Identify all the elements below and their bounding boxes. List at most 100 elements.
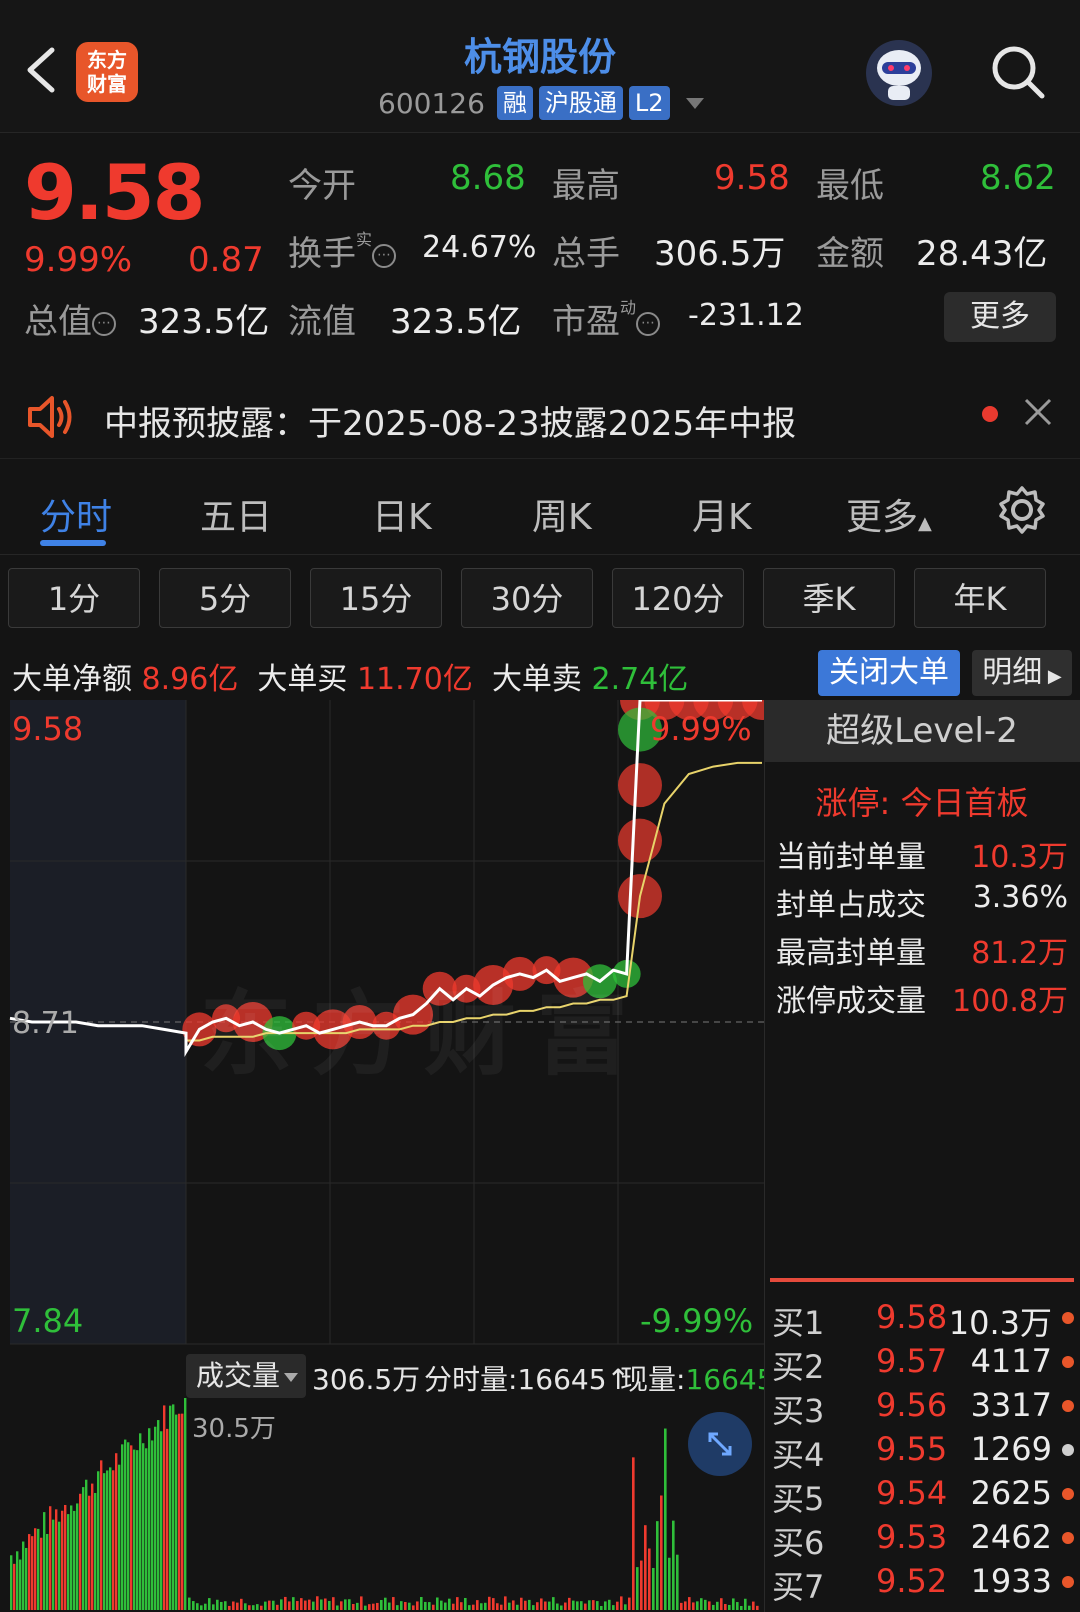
- volume-bar: [444, 1602, 447, 1610]
- volume-bar: [328, 1600, 331, 1610]
- period-year-k-button[interactable]: 年K: [914, 568, 1046, 628]
- volume-bar: [604, 1601, 607, 1610]
- volume-bar: [508, 1602, 511, 1610]
- volume-bars: [10, 1398, 759, 1610]
- tab-more[interactable]: 更多▲: [846, 488, 932, 540]
- volume-bar: [744, 1598, 747, 1610]
- volume-bar: [388, 1602, 391, 1610]
- more-quote-button[interactable]: 更多: [944, 292, 1056, 342]
- volume-bar: [752, 1601, 755, 1610]
- period-1min-button[interactable]: 1分: [8, 568, 140, 628]
- bid-volume: 2625: [970, 1474, 1052, 1512]
- close-icon[interactable]: [1020, 394, 1056, 430]
- order-book-row[interactable]: 买6 9.53 2462: [772, 1518, 1076, 1562]
- active-tab-indicator: [40, 540, 106, 546]
- volume-bar: [70, 1505, 73, 1610]
- detail-button[interactable]: 明细 ▶: [972, 650, 1072, 696]
- volume-bar: [580, 1601, 583, 1610]
- volume-bar: [175, 1414, 178, 1610]
- margin-tag: 融: [496, 86, 533, 120]
- volume-bar: [188, 1597, 191, 1610]
- tab-daily-k[interactable]: 日K: [372, 488, 432, 540]
- search-icon[interactable]: [988, 42, 1048, 102]
- volume-bar: [528, 1599, 531, 1610]
- change-percent: 9.99%: [24, 240, 133, 280]
- volume-bar: [79, 1493, 82, 1610]
- pe-value: -231.12: [688, 298, 804, 333]
- volume-bar: [440, 1600, 443, 1610]
- price-axis-bottom: 7.84: [12, 1302, 84, 1340]
- volume-bar: [412, 1605, 415, 1610]
- order-book-row[interactable]: 买2 9.57 4117: [772, 1342, 1076, 1386]
- order-book-row[interactable]: 买4 9.55 1269: [772, 1430, 1076, 1474]
- period-30min-button[interactable]: 30分: [461, 568, 593, 628]
- order-book-row[interactable]: 买3 9.56 3317: [772, 1386, 1076, 1430]
- volume-bar: [192, 1601, 195, 1610]
- volume-bar: [376, 1602, 379, 1610]
- bid-price: 9.52: [876, 1562, 948, 1600]
- tab-weekly-k[interactable]: 周K: [532, 488, 592, 540]
- volume-bar: [172, 1404, 175, 1610]
- robot-assistant-icon[interactable]: [864, 38, 934, 108]
- volume-bar: [112, 1470, 115, 1610]
- volume-bar: [588, 1600, 591, 1610]
- turnover-label[interactable]: 换手实⋯: [288, 226, 397, 275]
- volume-indicator-select[interactable]: 成交量: [186, 1354, 306, 1398]
- volume-bar: [680, 1602, 683, 1610]
- volume-bar: [664, 1428, 667, 1610]
- volume-bar: [408, 1602, 411, 1610]
- volume-bar: [208, 1598, 211, 1610]
- pe-label[interactable]: 市盈动⋯: [552, 294, 661, 343]
- volume-bar: [76, 1503, 79, 1610]
- volume-bar: [460, 1602, 463, 1610]
- volume-bar: [232, 1601, 235, 1610]
- period-5min-button[interactable]: 5分: [159, 568, 291, 628]
- order-book-row[interactable]: 买5 9.54 2625: [772, 1474, 1076, 1518]
- volume-bar: [34, 1528, 37, 1610]
- volume-bar: [596, 1601, 599, 1610]
- volume-bar: [260, 1605, 263, 1610]
- high-label: 最高: [552, 166, 620, 206]
- bid-level-label: 买5: [772, 1480, 825, 1518]
- mktcap-label[interactable]: 总值 ⋯: [24, 294, 116, 343]
- volume-bar: [636, 1567, 639, 1610]
- volume-bar: [608, 1599, 611, 1610]
- volume-bar: [212, 1604, 215, 1610]
- period-15min-button[interactable]: 15分: [310, 568, 442, 628]
- volume-bar: [516, 1604, 519, 1610]
- period-120min-button[interactable]: 120分: [612, 568, 744, 628]
- close-big-order-button[interactable]: 关闭大单: [818, 650, 960, 696]
- tab-monthly-k[interactable]: 月K: [692, 488, 752, 540]
- level2-title[interactable]: 超级Level-2: [764, 700, 1080, 762]
- volume-bar: [364, 1605, 367, 1610]
- volume-bar: [540, 1598, 543, 1610]
- order-book-row[interactable]: 买1 9.58 10.3万: [772, 1298, 1076, 1342]
- gear-icon[interactable]: [996, 484, 1048, 536]
- volume-bar: [716, 1601, 719, 1610]
- volume-bar: [324, 1598, 327, 1610]
- volume-bar: [320, 1599, 323, 1610]
- volume-bar: [428, 1602, 431, 1610]
- tab-five-day[interactable]: 五日: [200, 488, 272, 540]
- volume-bar: [520, 1597, 523, 1610]
- volume-bar: [480, 1603, 483, 1610]
- volume-bar: [46, 1533, 49, 1610]
- volume-bar: [296, 1601, 299, 1610]
- volume-bar: [31, 1536, 34, 1610]
- volume-bar: [178, 1413, 181, 1610]
- order-book-row[interactable]: 买7 9.52 1933: [772, 1562, 1076, 1606]
- order-dot-icon: [1062, 1532, 1074, 1544]
- change-amount: 0.87: [188, 240, 264, 280]
- connect-tag: 沪股通: [538, 86, 623, 120]
- float-label: 流值: [288, 302, 356, 342]
- chevron-down-icon[interactable]: [685, 97, 704, 109]
- volume-bar: [648, 1548, 651, 1610]
- expand-icon[interactable]: [688, 1412, 752, 1476]
- volume-bar: [700, 1598, 703, 1610]
- notice-text[interactable]: 中报预披露：于2025-08-23披露2025年中报: [104, 396, 796, 445]
- volume-bar: [348, 1599, 351, 1610]
- volume-bar: [536, 1602, 539, 1610]
- period-quarter-k-button[interactable]: 季K: [763, 568, 895, 628]
- tab-intraday[interactable]: 分时: [40, 488, 112, 540]
- stock-code-row[interactable]: 600126 融 沪股通 L2: [378, 84, 704, 122]
